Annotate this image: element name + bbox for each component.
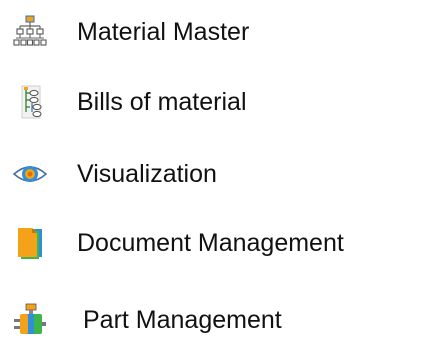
menu-item-label: Bills of material bbox=[77, 88, 247, 116]
menu-item-bills-of-material[interactable]: Bills of material bbox=[0, 74, 423, 130]
eye-icon bbox=[12, 156, 48, 192]
menu-item-label: Part Management bbox=[83, 306, 282, 334]
bom-tree-icon bbox=[12, 84, 48, 120]
menu-item-label: Material Master bbox=[77, 18, 250, 46]
menu-item-part-management[interactable]: Part Management bbox=[0, 292, 423, 348]
menu-item-visualization[interactable]: Visualization bbox=[0, 146, 423, 202]
menu-item-label: Visualization bbox=[77, 160, 217, 188]
menu-item-label: Document Management bbox=[77, 229, 344, 257]
navigation-menu: Material Master Bills of material Visual… bbox=[0, 0, 423, 361]
hierarchy-icon bbox=[12, 14, 48, 50]
menu-item-document-management[interactable]: Document Management bbox=[0, 215, 423, 271]
menu-item-material-master[interactable]: Material Master bbox=[0, 4, 423, 60]
document-stack-icon bbox=[12, 225, 48, 261]
engine-part-icon bbox=[12, 302, 48, 338]
